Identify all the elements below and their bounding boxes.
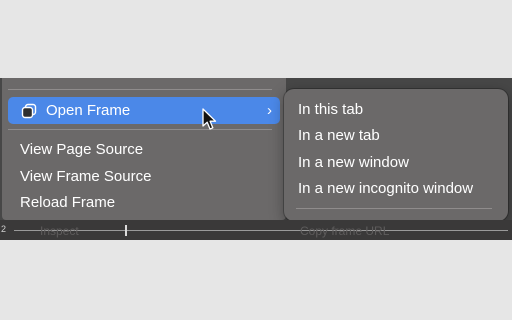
scrubber-value: 2 <box>1 224 7 234</box>
menu-item-view-page-source[interactable]: View Page Source <box>8 136 280 163</box>
menu-item-label: View Frame Source <box>20 168 152 185</box>
submenu-item-this-tab[interactable]: In this tab <box>298 97 363 123</box>
menu-separator-top <box>8 89 272 90</box>
video-scrubber[interactable]: 2 Inspect Copy frame URL <box>0 220 512 240</box>
frame-stack-icon <box>21 103 37 119</box>
context-menu: Open Frame › View Page Source View Frame… <box>2 78 286 220</box>
chevron-right-icon: › <box>267 102 272 119</box>
submenu-item-new-window[interactable]: In a new window <box>298 150 409 176</box>
open-frame-submenu: In this tab In a new tab In a new window… <box>284 89 508 221</box>
menu-item-reload-frame[interactable]: Reload Frame <box>8 189 280 216</box>
scrubber-handle[interactable] <box>125 225 127 236</box>
submenu-item-new-tab[interactable]: In a new tab <box>298 123 380 149</box>
submenu-item-new-incognito-window[interactable]: In a new incognito window <box>298 176 473 202</box>
scrubber-track[interactable] <box>14 230 508 231</box>
menu-item-open-frame[interactable]: Open Frame › <box>8 97 280 124</box>
ghost-menu-text-left: Inspect <box>40 224 79 238</box>
menu-item-label: Reload Frame <box>20 194 116 211</box>
mouse-pointer-icon <box>202 108 217 130</box>
ghost-menu-text-right: Copy frame URL <box>300 224 390 238</box>
menu-separator <box>8 129 272 130</box>
menu-item-label: Open Frame <box>46 102 131 119</box>
menu-item-view-frame-source[interactable]: View Frame Source <box>8 163 280 190</box>
submenu-separator <box>296 208 492 209</box>
menu-item-label: View Page Source <box>20 141 144 158</box>
